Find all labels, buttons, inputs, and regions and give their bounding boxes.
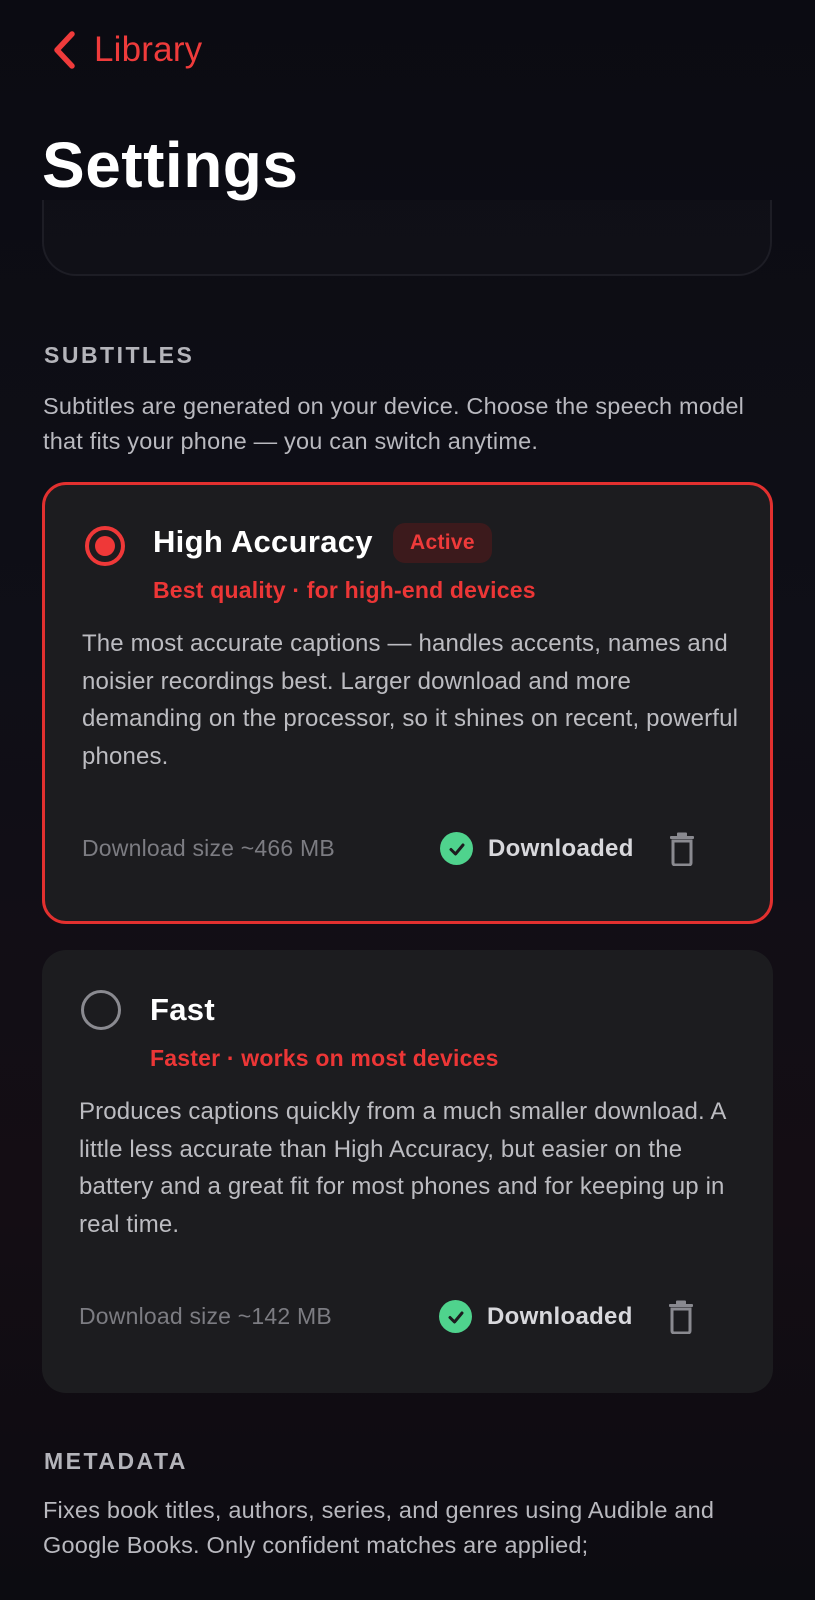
- radio-unselected-icon[interactable]: [81, 990, 121, 1030]
- metadata-section-description: Fixes book titles, authors, series, and …: [43, 1497, 715, 1558]
- download-status: Downloaded: [439, 1300, 633, 1333]
- model-name: Fast: [150, 992, 215, 1027]
- status-label: Downloaded: [488, 834, 634, 862]
- check-circle-icon: [440, 832, 473, 865]
- page-title: Settings: [42, 129, 299, 201]
- model-card-fast[interactable]: Fast Faster · works on most devices Prod…: [42, 950, 773, 1393]
- radio-selected-icon[interactable]: [85, 526, 125, 566]
- model-tagline: Best quality · for high-end devices: [153, 577, 536, 603]
- check-circle-icon: [439, 1300, 472, 1333]
- model-tagline: Faster · works on most devices: [150, 1045, 499, 1071]
- active-badge: Active: [393, 523, 492, 563]
- metadata-section-heading: METADATA: [44, 1448, 188, 1474]
- previous-settings-card: [42, 200, 772, 276]
- subtitles-section-description: Subtitles are generated on your device. …: [43, 393, 745, 454]
- download-status: Downloaded: [440, 832, 634, 865]
- trash-icon[interactable]: [664, 1299, 698, 1335]
- back-button[interactable]: Library: [52, 28, 202, 72]
- download-size: Download size ~142 MB: [79, 1303, 332, 1329]
- model-description: The most accurate captions — handles acc…: [82, 630, 739, 770]
- model-description: Produces captions quickly from a much sm…: [79, 1098, 726, 1238]
- model-card-high-accuracy[interactable]: High Accuracy Active Best quality · for …: [42, 482, 773, 924]
- trash-icon[interactable]: [665, 831, 699, 867]
- status-label: Downloaded: [487, 1302, 633, 1330]
- download-size: Download size ~466 MB: [82, 835, 335, 861]
- back-label: Library: [94, 30, 203, 69]
- settings-screen: Library Settings SUBTITLES Subtitles are…: [0, 0, 815, 1600]
- chevron-left-icon: [52, 31, 76, 69]
- subtitles-section-heading: SUBTITLES: [44, 342, 195, 368]
- model-name: High Accuracy: [153, 524, 373, 559]
